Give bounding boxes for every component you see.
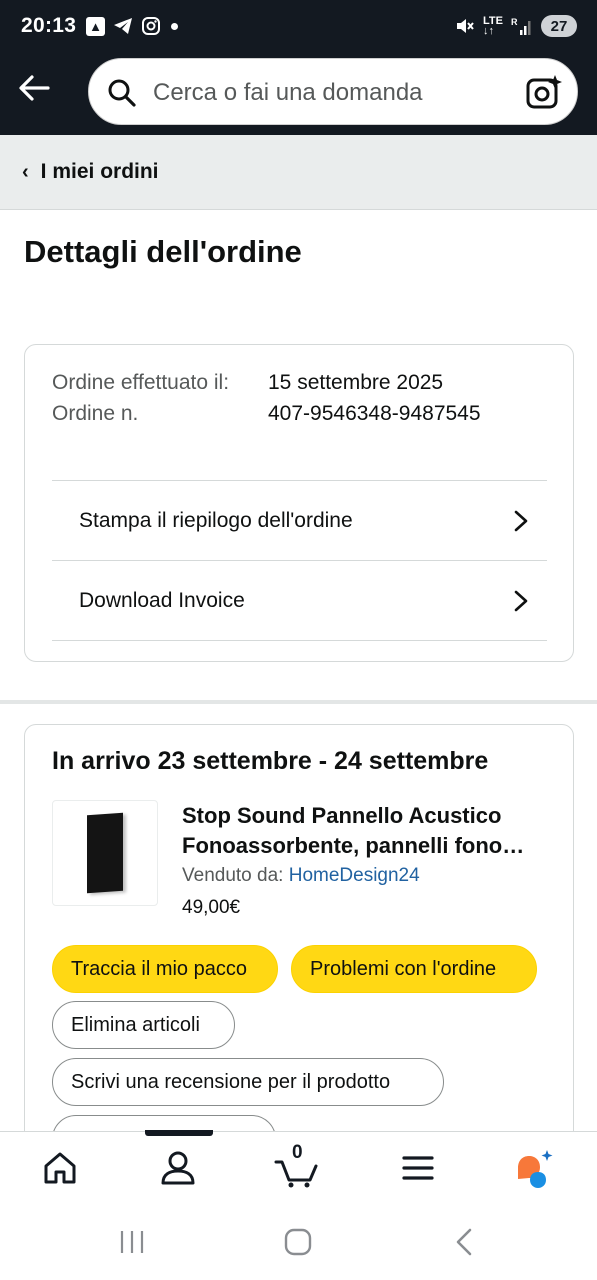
product-image[interactable] — [52, 800, 158, 906]
download-invoice-row[interactable]: Download Invoice — [52, 560, 547, 640]
search-bar[interactable]: Cerca o fai una domanda — [88, 58, 578, 125]
rufus-icon[interactable] — [514, 1148, 554, 1188]
page-title: Dettagli dell'ordine — [24, 234, 302, 269]
app-header: Cerca o fai una domanda — [0, 56, 597, 135]
signal-icon: R — [511, 17, 531, 35]
order-info-card: Ordine effettuato il: Ordine n. 15 sette… — [24, 344, 574, 662]
seller-label: Venduto da: — [182, 865, 284, 886]
home-button-icon[interactable] — [283, 1227, 313, 1257]
mute-icon — [457, 19, 474, 33]
breadcrumb[interactable]: ‹ I miei ordini — [0, 135, 597, 210]
acoustic-panel-image — [87, 812, 123, 894]
instagram-icon — [142, 17, 160, 35]
more-notifications-dot — [171, 22, 178, 30]
order-date-value: 15 settembre 2025 — [268, 371, 444, 394]
section-divider — [0, 700, 597, 704]
print-summary-label: Stampa il riepilogo dell'ordine — [79, 508, 353, 532]
notification-icons: ▲ — [86, 16, 178, 36]
status-right: LTE ↓↑ R 27 — [455, 15, 577, 37]
chevron-right-icon — [514, 510, 528, 531]
account-icon[interactable] — [158, 1148, 198, 1188]
order-number-value: 407-9546348-9487545 — [268, 402, 481, 425]
order-info-labels: Ordine effettuato il: Ordine n. — [52, 367, 252, 429]
menu-icon[interactable] — [398, 1148, 438, 1188]
chevron-left-icon: ‹ — [22, 160, 29, 183]
battery-indicator: 27 — [541, 15, 577, 37]
status-time: 20:13 — [21, 14, 77, 37]
notification-app-icon: ▲ — [86, 16, 105, 36]
download-invoice-label: Download Invoice — [79, 588, 245, 612]
home-icon[interactable] — [40, 1148, 80, 1188]
search-icon — [108, 79, 136, 107]
chevron-right-icon — [514, 590, 528, 611]
shipment-card: In arrivo 23 settembre - 24 settembre St… — [24, 724, 574, 1144]
order-number-label: Ordine n. — [52, 402, 139, 425]
delete-items-button[interactable]: Elimina articoli — [52, 1001, 235, 1049]
cart-count: 0 — [292, 1142, 303, 1163]
bottom-navigation: 0 — [0, 1130, 597, 1203]
network-type: LTE ↓↑ — [483, 15, 503, 37]
product-title[interactable]: Stop Sound Pannello Acustico Fonoassorbe… — [182, 801, 554, 861]
product-price: 49,00€ — [182, 897, 241, 918]
print-summary-row[interactable]: Stampa il riepilogo dell'ordine — [52, 480, 547, 560]
recent-apps-icon[interactable] — [117, 1227, 147, 1257]
track-package-button[interactable]: Traccia il mio pacco — [52, 945, 278, 993]
system-back-icon[interactable] — [450, 1227, 480, 1257]
row-divider — [52, 640, 547, 641]
seller-link[interactable]: HomeDesign24 — [289, 865, 420, 886]
active-tab-indicator — [145, 1130, 213, 1136]
svg-text:R: R — [511, 17, 518, 27]
telegram-icon — [114, 18, 132, 34]
order-problems-button[interactable]: Problemi con l'ordine — [291, 945, 537, 993]
order-date-label: Ordine effettuato il: — [52, 371, 230, 394]
back-arrow-icon[interactable] — [16, 73, 52, 103]
search-input[interactable]: Cerca o fai una domanda — [153, 79, 423, 107]
delivery-estimate: In arrivo 23 settembre - 24 settembre — [52, 747, 489, 775]
system-navigation — [0, 1203, 597, 1280]
write-review-button[interactable]: Scrivi una recensione per il prodotto — [52, 1058, 444, 1106]
breadcrumb-label[interactable]: I miei ordini — [41, 160, 159, 184]
order-info-values: 15 settembre 2025 407-9546348-9487545 — [268, 367, 481, 429]
seller-info: Venduto da: HomeDesign24 — [182, 865, 420, 887]
status-bar: 20:13 ▲ LTE ↓↑ R 27 — [0, 0, 597, 56]
camera-lens-icon[interactable] — [525, 73, 563, 111]
